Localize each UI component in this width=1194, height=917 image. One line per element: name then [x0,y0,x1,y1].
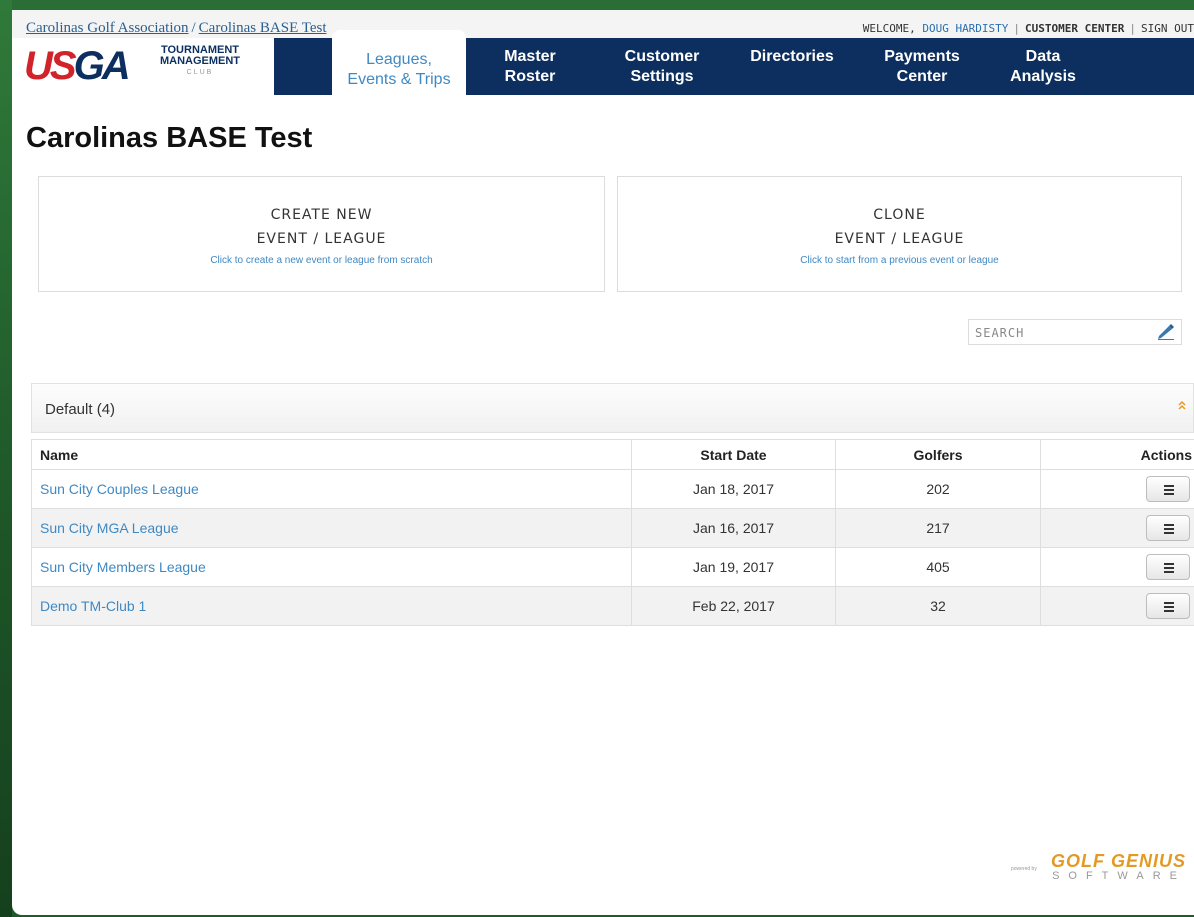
event-start-date: Jan 18, 2017 [631,469,836,509]
create-card-title-1: CREATE NEW [270,207,373,223]
event-name-link[interactable]: Sun City MGA League [31,508,632,548]
tab-directories[interactable]: Directories [738,38,846,95]
pen-eraser-icon[interactable] [1157,324,1175,340]
tab-leagues-events-trips[interactable]: Leagues, Events & Trips [332,30,466,95]
table-header-row: Name Start Date Golfers Actions [31,439,1194,470]
search-input[interactable] [973,321,1147,345]
club-label: CLUB [186,69,214,76]
row-actions-button[interactable] [1146,593,1190,619]
clone-card-title-1: CLONE [873,207,926,223]
search-box [968,319,1182,345]
double-chevron-up-icon[interactable] [1177,398,1187,412]
group-name: Default (4) [45,401,116,418]
tab-payments-center[interactable]: Payments Center [874,38,970,95]
welcome-label: WELCOME, [862,22,916,35]
create-card-subtitle: Click to create a new event or league fr… [210,255,433,266]
row-actions-button[interactable] [1146,476,1190,502]
table-row: Sun City Couples League Jan 18, 2017 202 [31,469,1194,509]
column-header-start-date[interactable]: Start Date [631,439,836,470]
event-actions-cell [1040,586,1194,626]
sign-out-link[interactable]: SIGN OUT [1141,22,1194,35]
usga-tm-logo[interactable]: USGA TOURNAMENT MANAGEMENT CLUB [12,38,274,95]
event-start-date: Jan 19, 2017 [631,547,836,587]
column-header-actions: Actions [1040,439,1194,470]
event-golfers: 217 [835,508,1041,548]
event-name-link[interactable]: Demo TM-Club 1 [31,586,632,626]
breadcrumb-separator: / [191,20,196,36]
table-row: Demo TM-Club 1 Feb 22, 2017 32 [31,586,1194,626]
create-new-event-card[interactable]: CREATE NEW EVENT / LEAGUE Click to creat… [38,176,605,292]
event-name-link[interactable]: Sun City Couples League [31,469,632,509]
column-header-name[interactable]: Name [31,439,632,470]
user-bar: WELCOME, DOUG HARDISTY | CUSTOMER CENTER | S… [863,22,1194,35]
row-actions-button[interactable] [1146,554,1190,580]
userbar-divider-2: | [1129,22,1137,35]
group-header-default[interactable]: Default (4) [31,383,1194,433]
breadcrumb-org-link[interactable]: Carolinas Golf Association [26,20,188,36]
page-title: Carolinas BASE Test [26,122,313,154]
userbar-divider-1: | [1013,22,1021,35]
tab-customer-settings[interactable]: Customer Settings [609,38,715,95]
event-golfers: 202 [835,469,1041,509]
customer-center-link[interactable]: CUSTOMER CENTER [1025,22,1124,35]
usga-logo-text: USGA [24,44,131,88]
event-golfers: 405 [835,547,1041,587]
user-name-link[interactable]: DOUG HARDISTY [922,22,1008,35]
event-actions-cell [1040,508,1194,548]
clone-card-subtitle: Click to start from a previous event or … [800,255,999,266]
background-top [0,0,1194,10]
software-wordmark: SOFTWARE [1052,870,1186,882]
powered-by-label: powered by [1010,866,1037,872]
events-table: Name Start Date Golfers Actions Sun City… [31,439,1194,626]
table-row: Sun City Members League Jan 19, 2017 405 [31,547,1194,587]
clone-event-card[interactable]: CLONE EVENT / LEAGUE Click to start from… [617,176,1182,292]
breadcrumb: Carolinas Golf Association / Carolinas BAS… [26,20,327,37]
breadcrumb-project-link[interactable]: Carolinas BASE Test [199,20,327,36]
tab-data-analysis[interactable]: Data Analysis [1000,38,1086,95]
app-frame: Carolinas Golf Association / Carolinas BAS… [12,10,1194,915]
event-name-link[interactable]: Sun City Members League [31,547,632,587]
clone-card-title-2: EVENT / LEAGUE [834,231,965,247]
event-actions-cell [1040,547,1194,587]
tournament-management-label: TOURNAMENT MANAGEMENT [159,44,241,67]
event-start-date: Feb 22, 2017 [631,586,836,626]
event-start-date: Jan 16, 2017 [631,508,836,548]
golf-genius-logo: powered by GOLF GENIUS SOFTWARE [1011,851,1186,882]
column-header-golfers[interactable]: Golfers [835,439,1041,470]
create-card-title-2: EVENT / LEAGUE [256,231,387,247]
tab-master-roster[interactable]: Master Roster [488,38,572,95]
golf-genius-wordmark: GOLF GENIUS [1050,851,1186,871]
event-actions-cell [1040,469,1194,509]
main-nav: USGA TOURNAMENT MANAGEMENT CLUB Leagues,… [12,30,1194,95]
row-actions-button[interactable] [1146,515,1190,541]
event-golfers: 32 [835,586,1041,626]
top-strip: Carolinas Golf Association / Carolinas BAS… [12,10,1194,38]
table-row: Sun City MGA League Jan 16, 2017 217 [31,508,1194,548]
background-left [0,0,12,917]
